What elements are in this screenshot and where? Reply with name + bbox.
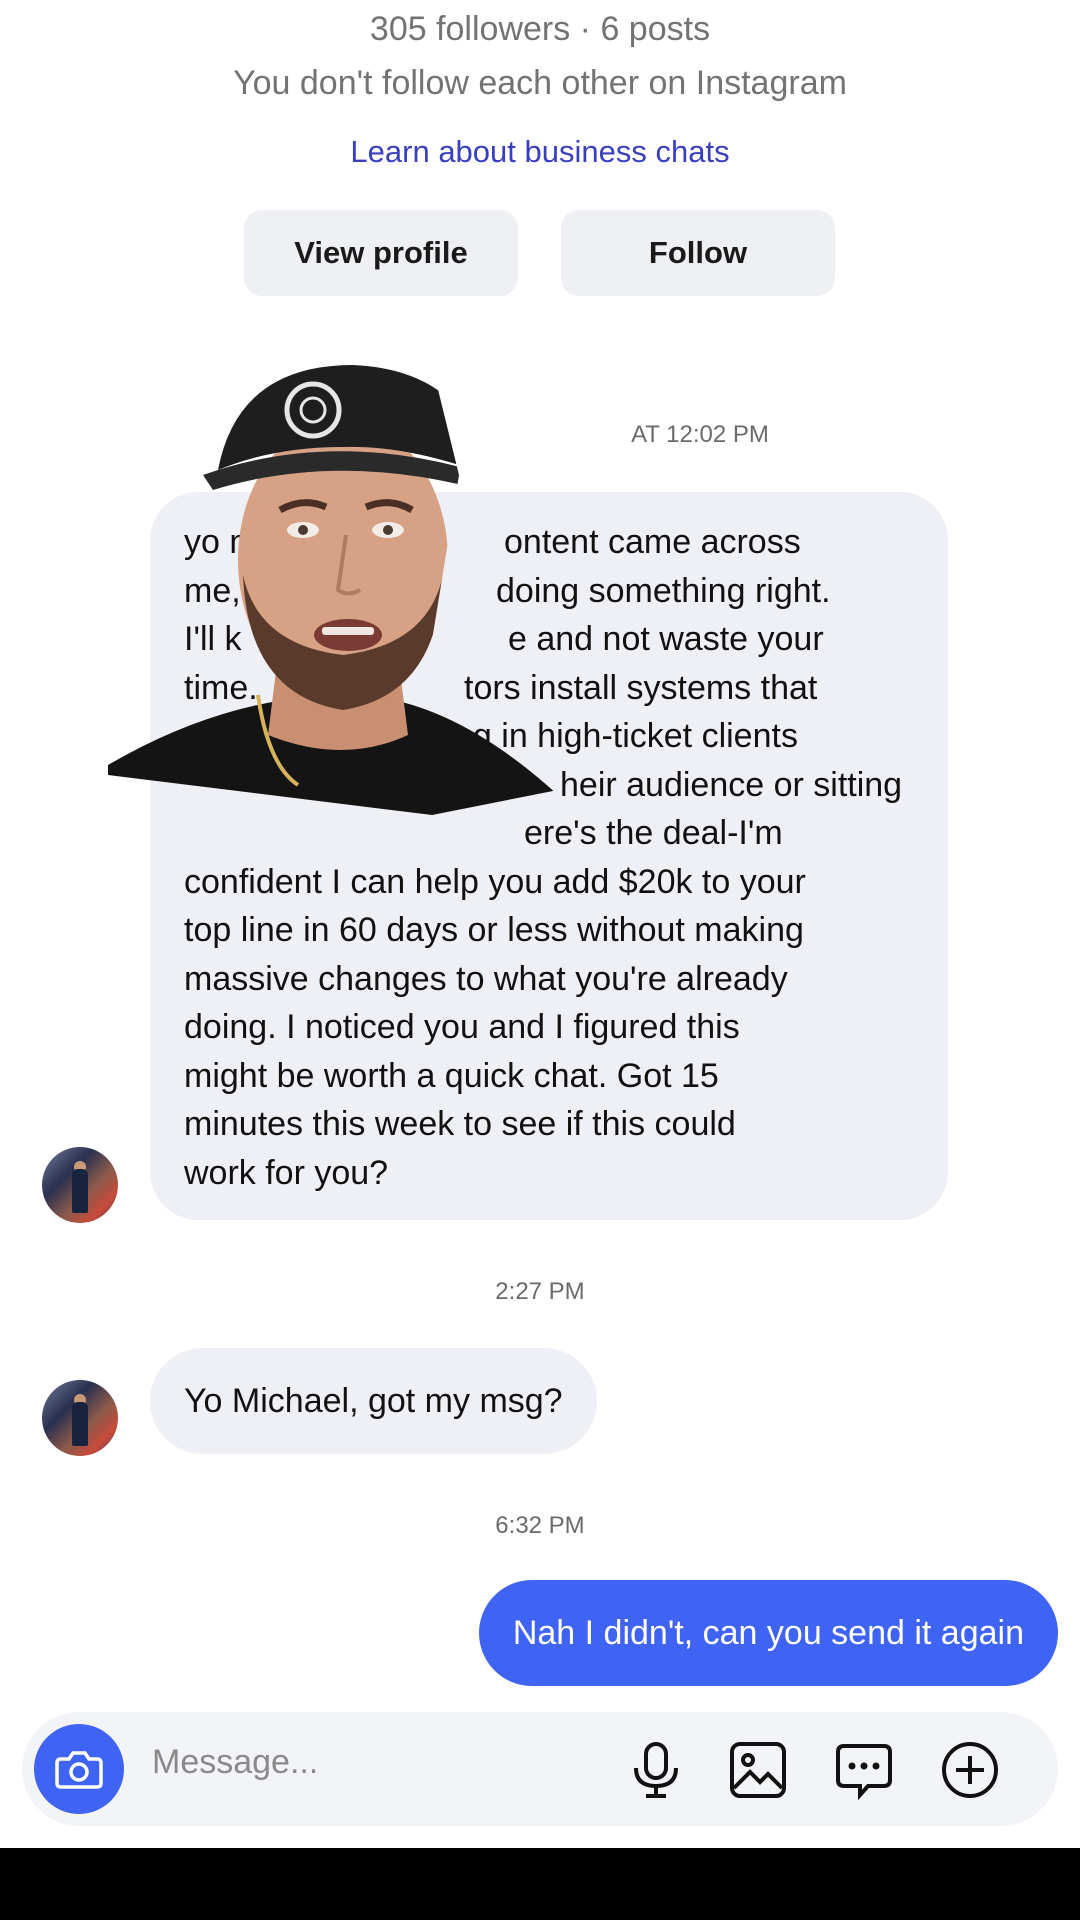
message-line: doing. I noticed you and I figured this bbox=[184, 1008, 740, 1046]
message-composer bbox=[22, 1712, 1058, 1826]
bottom-black-bar bbox=[0, 1848, 1080, 1920]
message-line: e and not waste your bbox=[508, 620, 824, 658]
message-line: massive changes to what you're already bbox=[184, 959, 788, 998]
chat-bubble-icon[interactable] bbox=[834, 1740, 894, 1800]
follow-button[interactable]: Follow bbox=[561, 210, 835, 296]
message-line: work for you? bbox=[184, 1153, 389, 1192]
message-line: ere's the deal-I'm bbox=[524, 814, 783, 852]
message-line: top line in 60 days or less without maki… bbox=[184, 911, 804, 949]
message-line: heir audience or sitting bbox=[560, 765, 903, 804]
gallery-icon[interactable] bbox=[728, 1740, 788, 1800]
message-line: tors install systems that bbox=[464, 668, 818, 707]
message-line: confident I can help you add $20k to you… bbox=[184, 862, 806, 901]
relationship-status: You don't follow each other on Instagram bbox=[233, 64, 847, 102]
message-text: Yo Michael, got my msg? bbox=[184, 1381, 563, 1420]
learn-business-chats-link[interactable]: Learn about business chats bbox=[0, 134, 1080, 170]
message-input[interactable] bbox=[150, 1742, 514, 1783]
message-line: doing something right. bbox=[496, 571, 831, 610]
message-line: might be worth a quick chat. Got 15 bbox=[184, 1056, 719, 1095]
message-timestamp: 2:27 PM bbox=[495, 1278, 585, 1305]
avatar[interactable] bbox=[42, 1380, 118, 1456]
message-timestamp: 6:32 PM bbox=[495, 1512, 585, 1539]
profile-stats: 305 followers · 6 posts bbox=[369, 10, 711, 48]
camera-button[interactable] bbox=[34, 1724, 124, 1814]
message-line: minutes this week to see if this could bbox=[184, 1105, 736, 1143]
avatar[interactable] bbox=[42, 1147, 118, 1223]
message-text: Nah I didn't, can you send it again bbox=[512, 1613, 1024, 1652]
view-profile-button[interactable]: View profile bbox=[244, 210, 518, 296]
plus-circle-icon[interactable] bbox=[940, 1740, 1000, 1800]
message-bubble-received[interactable]: Yo Michael, got my msg? bbox=[150, 1348, 597, 1454]
message-bubble-sent[interactable]: Nah I didn't, can you send it again bbox=[478, 1580, 1058, 1686]
message-timestamp: AT 12:02 PM bbox=[631, 421, 769, 448]
microphone-icon[interactable] bbox=[626, 1740, 686, 1800]
message-line: ontent came across bbox=[504, 523, 801, 561]
camera-icon bbox=[55, 1751, 103, 1789]
